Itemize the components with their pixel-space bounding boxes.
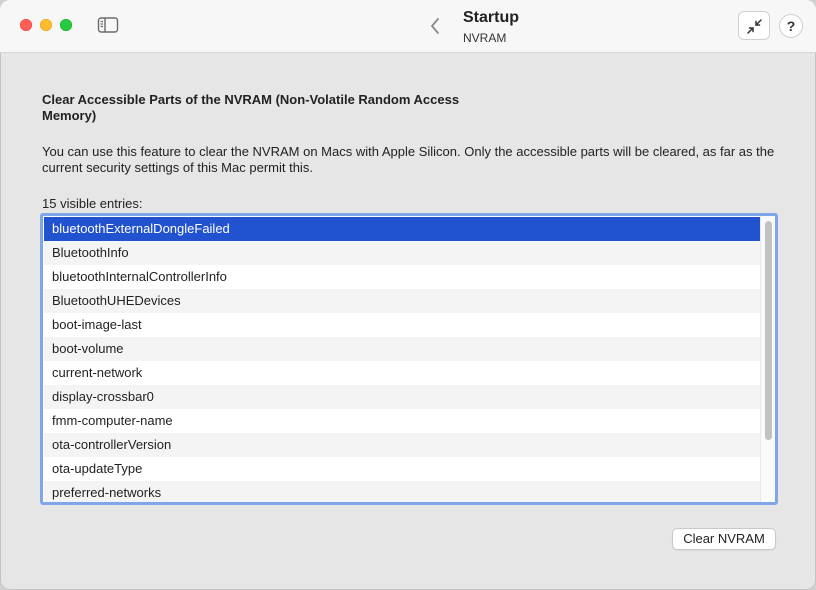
entries-count-label: 15 visible entries: (42, 196, 143, 211)
list-item[interactable]: BluetoothInfo (44, 241, 760, 265)
titlebar: Startup NVRAM ? (0, 0, 816, 53)
window-subtitle: NVRAM (463, 31, 507, 45)
section-description: You can use this feature to clear the NV… (42, 144, 775, 175)
collapse-button[interactable] (738, 11, 770, 40)
list-item[interactable]: ota-updateType (44, 457, 760, 481)
list-item[interactable]: boot-image-last (44, 313, 760, 337)
list-item[interactable]: boot-volume (44, 337, 760, 361)
nvram-entries-list[interactable]: bluetoothExternalDongleFailed BluetoothIn… (40, 213, 778, 505)
close-window-button[interactable] (20, 19, 32, 31)
list-item[interactable]: display-crossbar0 (44, 385, 760, 409)
list-item[interactable]: bluetoothInternalControllerInfo (44, 265, 760, 289)
clear-nvram-button[interactable]: Clear NVRAM (672, 528, 776, 550)
nvram-entries-rows: bluetoothExternalDongleFailed BluetoothIn… (44, 217, 760, 502)
sidebar-toggle-button[interactable] (97, 16, 119, 34)
minimize-window-button[interactable] (40, 19, 52, 31)
section-heading: Clear Accessible Parts of the NVRAM (Non… (42, 92, 460, 123)
sidebar-icon (97, 17, 119, 33)
list-item[interactable]: fmm-computer-name (44, 409, 760, 433)
scrollbar-thumb[interactable] (765, 221, 772, 440)
vertical-scrollbar[interactable] (760, 216, 775, 502)
list-item[interactable]: current-network (44, 361, 760, 385)
list-item[interactable]: ota-controllerVersion (44, 433, 760, 457)
zoom-window-button[interactable] (60, 19, 72, 31)
chevron-left-icon (431, 18, 439, 34)
list-item[interactable]: preferred-networks (44, 481, 760, 502)
list-item[interactable]: BluetoothUHEDevices (44, 289, 760, 313)
window-title: Startup (463, 9, 519, 26)
back-button[interactable] (426, 16, 444, 36)
app-window: Startup NVRAM ? Clear Accessible Parts o… (0, 0, 816, 590)
help-button[interactable]: ? (779, 14, 803, 38)
collapse-arrows-icon (747, 19, 762, 34)
list-item[interactable]: bluetoothExternalDongleFailed (44, 217, 760, 241)
